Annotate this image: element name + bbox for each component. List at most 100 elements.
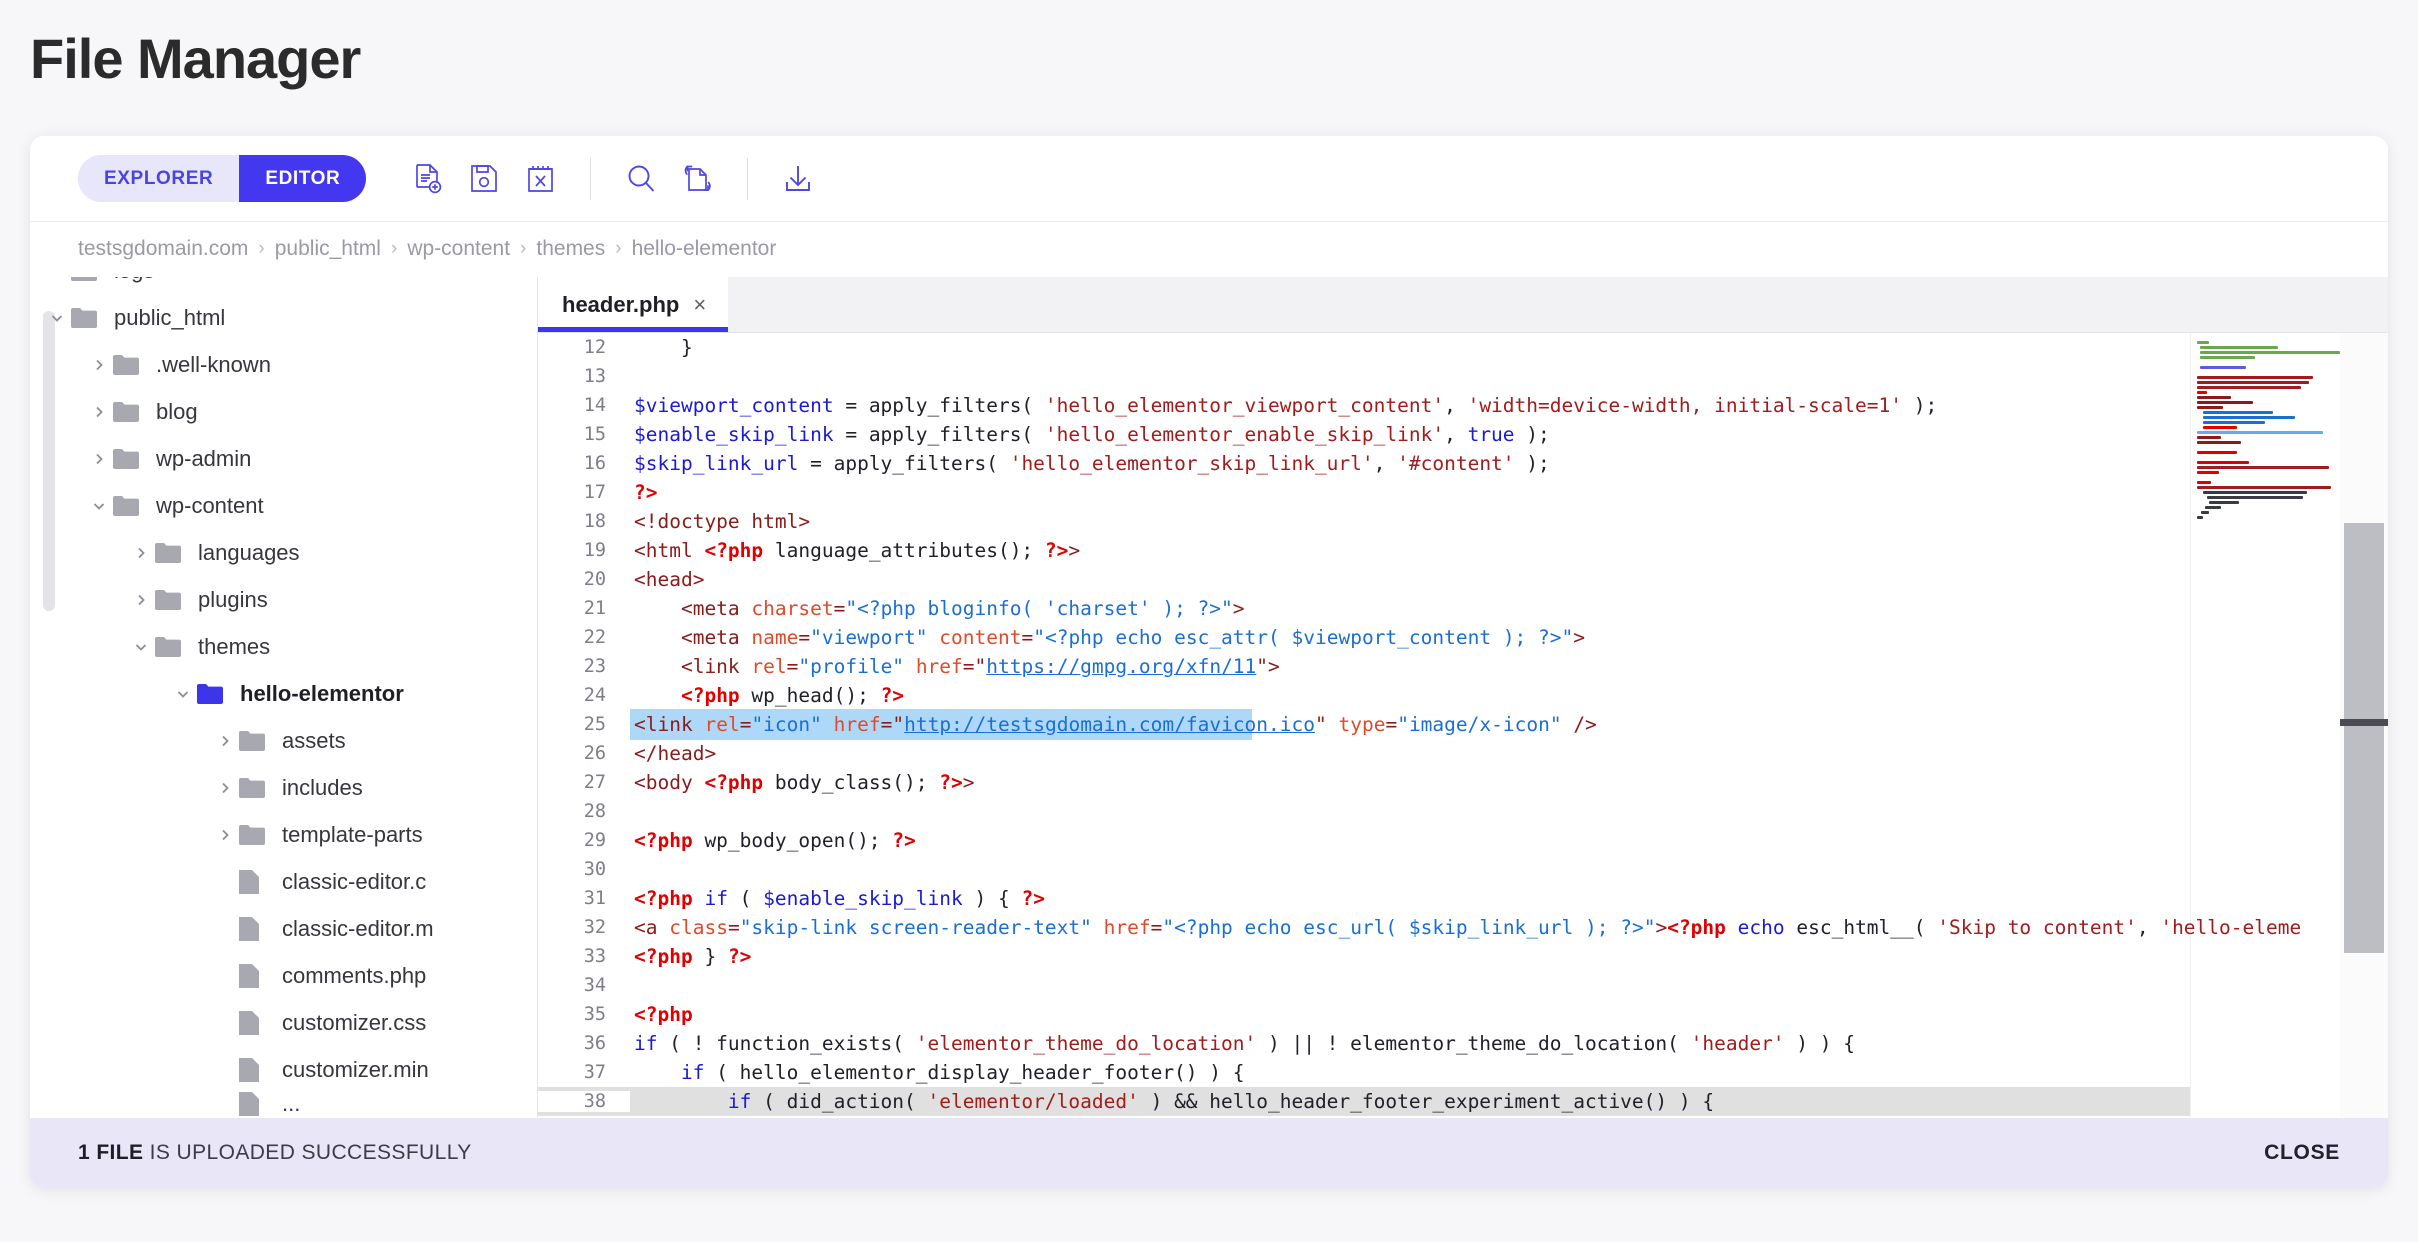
- line-number: 12: [583, 337, 606, 358]
- tree-folder-row[interactable]: logs: [30, 277, 537, 294]
- chevron-right-icon[interactable]: [44, 277, 70, 284]
- refresh-file-icon[interactable]: [669, 151, 725, 207]
- editor-vertical-scrollbar[interactable]: [2340, 333, 2388, 1118]
- code-minimap[interactable]: [2190, 333, 2340, 1118]
- chevron-down-icon[interactable]: [170, 681, 196, 707]
- chevron-right-icon[interactable]: [212, 775, 238, 801]
- code-line[interactable]: 16 $skip_link_url = apply_filters( 'hello…: [538, 449, 2388, 478]
- breadcrumb-item[interactable]: public_html: [275, 237, 381, 261]
- code-line[interactable]: 19 <html <?php language_attributes(); ?>>: [538, 536, 2388, 565]
- chevron-down-icon[interactable]: [86, 493, 112, 519]
- scrollbar-thumb[interactable]: [2340, 523, 2388, 953]
- code-line[interactable]: 12 }: [538, 333, 2388, 362]
- code-line[interactable]: 27 <body <?php body_class(); ?>>: [538, 768, 2388, 797]
- code-text: if ( hello_elementor_display_header_foot…: [630, 1061, 2388, 1084]
- code-line[interactable]: 14 $viewport_content = apply_filters( 'he…: [538, 391, 2388, 420]
- code-line[interactable]: 32 <a class="skip-link screen-reader-text…: [538, 913, 2388, 942]
- close-button[interactable]: CLOSE: [2264, 1141, 2340, 1165]
- chevron-down-icon[interactable]: [128, 634, 154, 660]
- tree-folder-row[interactable]: wp-content: [30, 482, 537, 529]
- code-token: =: [833, 597, 846, 620]
- save-file-icon[interactable]: [456, 151, 512, 207]
- code-line[interactable]: 38 if ( did_action( 'elementor/loaded' )…: [538, 1087, 2388, 1116]
- code-line[interactable]: 34: [538, 971, 2388, 1000]
- code-line[interactable]: 36 if ( ! function_exists( 'elementor_the…: [538, 1029, 2388, 1058]
- tree-folder-row[interactable]: blog: [30, 388, 537, 435]
- tree-folder-row[interactable]: public_html: [30, 294, 537, 341]
- code-line[interactable]: 25 <link rel="icon" href="http://testsgdo…: [538, 709, 2388, 740]
- chevron-right-icon[interactable]: [212, 728, 238, 754]
- tree-folder-row[interactable]: plugins: [30, 576, 537, 623]
- code-token: rel: [704, 713, 740, 736]
- tree-folder-row[interactable]: .well-known: [30, 341, 537, 388]
- code-token: ?>: [939, 771, 963, 794]
- tab-editor[interactable]: EDITOR: [239, 155, 367, 202]
- code-line[interactable]: 24 <?php wp_head(); ?>: [538, 681, 2388, 710]
- close-file-icon[interactable]: [512, 151, 568, 207]
- line-number: 15: [583, 424, 606, 445]
- code-token: =": [962, 655, 987, 678]
- code-token: <?php: [704, 771, 764, 794]
- chevron-right-icon[interactable]: [212, 822, 238, 848]
- code-line[interactable]: 31 <?php if ( $enable_skip_link ) { ?>: [538, 884, 2388, 913]
- code-line[interactable]: 20 <head>: [538, 565, 2388, 594]
- minimap-line: [2203, 411, 2273, 414]
- tree-folder-row[interactable]: languages: [30, 529, 537, 576]
- code-line[interactable]: 18 <!doctype html>: [538, 507, 2388, 536]
- chevron-right-icon[interactable]: [86, 352, 112, 378]
- download-icon[interactable]: [770, 151, 826, 207]
- code-token: "profile": [798, 655, 905, 678]
- code-line[interactable]: 37 if ( hello_elementor_display_header_f…: [538, 1058, 2388, 1087]
- folder-icon: [70, 277, 104, 282]
- minimap-line: [2200, 356, 2255, 359]
- code-line[interactable]: 26 </head>: [538, 739, 2388, 768]
- tree-folder-row[interactable]: includes: [30, 764, 537, 811]
- chevron-right-icon[interactable]: [86, 446, 112, 472]
- code-line[interactable]: 17 ?>: [538, 478, 2388, 507]
- new-file-icon[interactable]: [400, 151, 456, 207]
- code-token: "skip-link screen-reader-text": [739, 916, 1092, 939]
- tree-file-row[interactable]: classic-editor.m: [30, 905, 537, 952]
- breadcrumb-item[interactable]: hello-elementor: [632, 237, 777, 261]
- tree-file-row[interactable]: customizer.min: [30, 1046, 537, 1093]
- breadcrumb-item[interactable]: wp-content: [407, 237, 510, 261]
- chevron-right-icon[interactable]: [128, 587, 154, 613]
- code-text: ?>: [630, 481, 2388, 504]
- tree-file-row[interactable]: customizer.css: [30, 999, 537, 1046]
- minimap-line: [2203, 491, 2307, 494]
- code-line[interactable]: 21 <meta charset="<?php bloginfo( 'chars…: [538, 594, 2388, 623]
- code-line[interactable]: 35 <?php: [538, 1000, 2388, 1029]
- tree-folder-row[interactable]: template-parts: [30, 811, 537, 858]
- code-line[interactable]: 22 <meta name="viewport" content="<?php …: [538, 623, 2388, 652]
- close-icon[interactable]: ×: [693, 293, 706, 316]
- view-mode-switch: EXPLORER EDITOR: [78, 155, 367, 202]
- tree-file-row[interactable]: comments.php: [30, 952, 537, 999]
- tree-item-label: hello-elementor: [240, 680, 404, 706]
- chevron-right-icon[interactable]: [128, 540, 154, 566]
- code-line[interactable]: 13: [538, 362, 2388, 391]
- minimap-line: [2203, 426, 2237, 429]
- tree-folder-row[interactable]: hello-elementor: [30, 670, 537, 717]
- code-line[interactable]: 23 <link rel="profile" href="https://gmp…: [538, 652, 2388, 681]
- breadcrumb-item[interactable]: testsgdomain.com: [78, 237, 248, 261]
- tree-folder-row[interactable]: assets: [30, 717, 537, 764]
- tree-folder-row[interactable]: themes: [30, 623, 537, 670]
- code-line[interactable]: 15 $enable_skip_link = apply_filters( 'he…: [538, 420, 2388, 449]
- search-icon[interactable]: [613, 151, 669, 207]
- tab-explorer[interactable]: EXPLORER: [78, 155, 240, 202]
- code-line[interactable]: 30: [538, 855, 2388, 884]
- breadcrumb-item[interactable]: themes: [536, 237, 605, 261]
- minimap-line: [2197, 406, 2223, 409]
- code-line[interactable]: 29 <?php wp_body_open(); ?>: [538, 826, 2388, 855]
- code-token: =": [880, 713, 905, 736]
- code-line[interactable]: 28: [538, 797, 2388, 826]
- code-line[interactable]: 33 <?php } ?>: [538, 942, 2388, 971]
- tree-folder-row[interactable]: wp-admin: [30, 435, 537, 482]
- tree-file-row[interactable]: classic-editor.c: [30, 858, 537, 905]
- code-content[interactable]: 12 } 13 14 $viewport_content = apply_filter…: [538, 333, 2388, 1118]
- editor-tab-header-php[interactable]: header.php ×: [538, 277, 729, 332]
- chevron-down-icon[interactable]: [44, 305, 70, 331]
- chevron-right-icon[interactable]: [86, 399, 112, 425]
- tree-file-row[interactable]: ...: [30, 1091, 537, 1116]
